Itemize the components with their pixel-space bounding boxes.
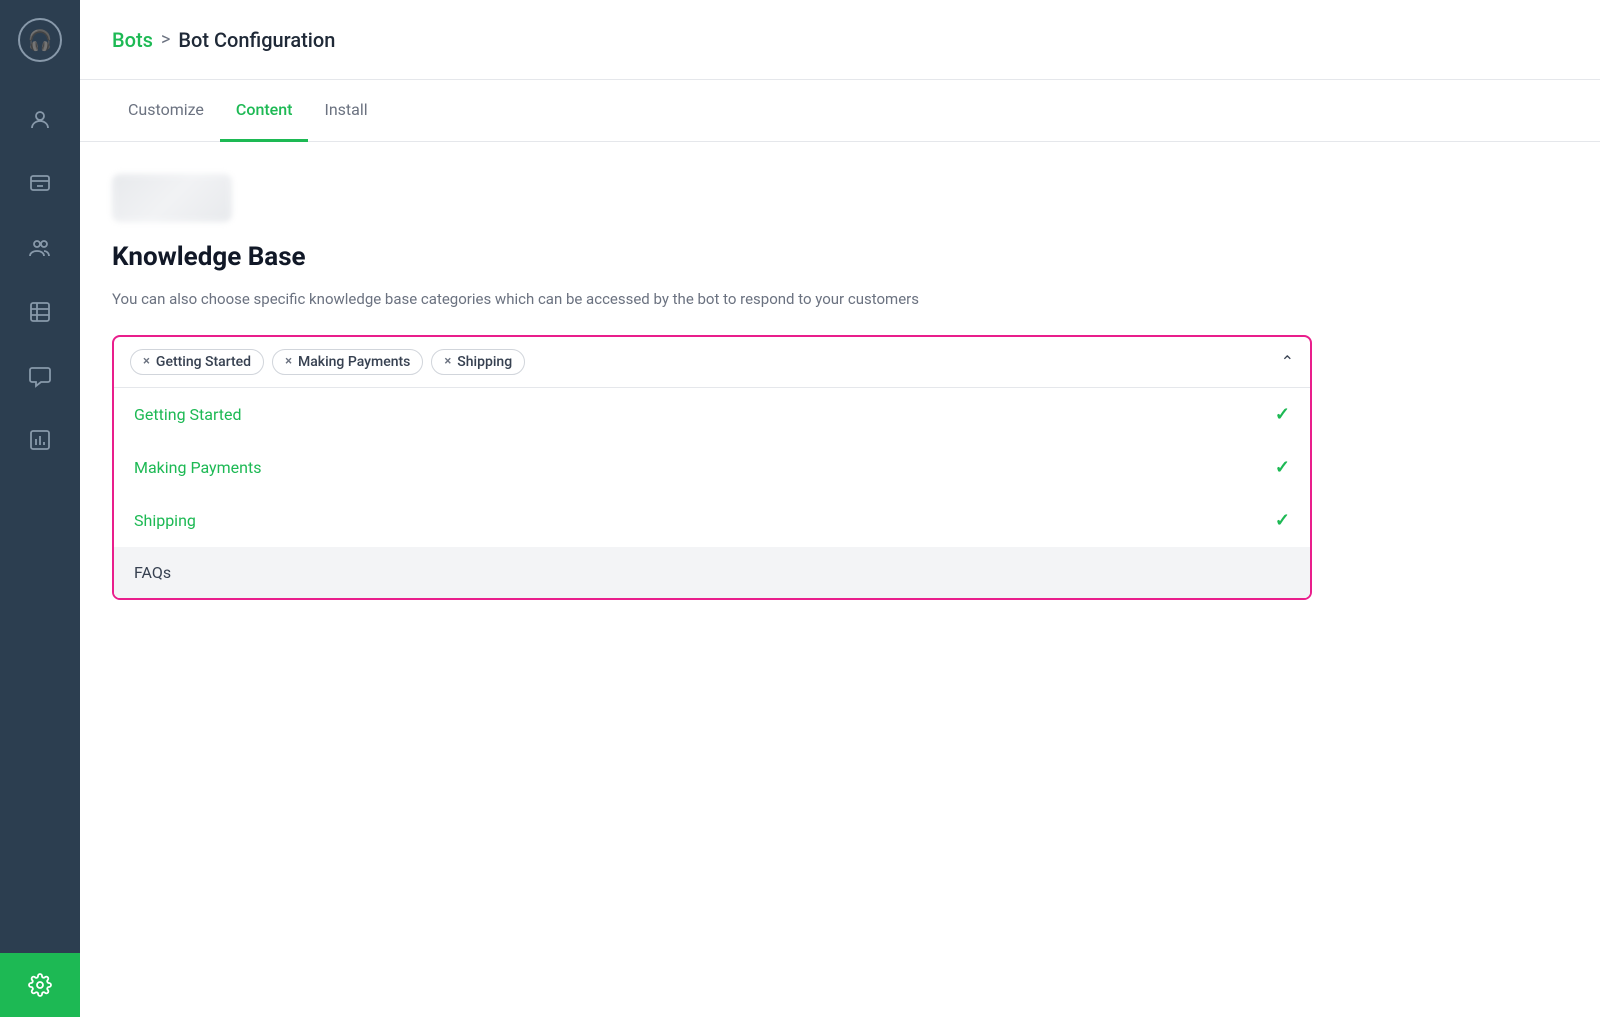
breadcrumb-bots-link[interactable]: Bots <box>112 28 153 52</box>
dropdown-box: × Getting Started × Making Payments × Sh… <box>112 335 1312 600</box>
sidebar: 🎧 <box>0 0 80 1017</box>
kb-title: Knowledge Base <box>112 242 1568 272</box>
option-making-payments-check: ✓ <box>1275 457 1290 478</box>
kb-header-image <box>112 174 232 222</box>
option-getting-started-check: ✓ <box>1275 404 1290 425</box>
sidebar-logo: 🎧 <box>0 0 80 80</box>
tab-customize[interactable]: Customize <box>112 80 220 142</box>
breadcrumb-current: Bot Configuration <box>178 28 335 52</box>
option-faqs[interactable]: FAQs <box>114 547 1310 598</box>
option-getting-started-label: Getting Started <box>134 405 242 424</box>
option-getting-started[interactable]: Getting Started ✓ <box>114 388 1310 441</box>
tag-getting-started-label: Getting Started <box>156 354 251 370</box>
content-area: Customize Content Install Knowledge Base… <box>80 80 1600 1017</box>
page-body: Knowledge Base You can also choose speci… <box>80 142 1600 632</box>
chevron-up-icon[interactable]: ⌃ <box>1281 352 1294 371</box>
tag-getting-started[interactable]: × Getting Started <box>130 349 264 375</box>
option-shipping-check: ✓ <box>1275 510 1290 531</box>
option-shipping-label: Shipping <box>134 511 196 530</box>
main: Bots > Bot Configuration Customize Conte… <box>80 0 1600 1017</box>
sidebar-item-inbox[interactable] <box>0 152 80 216</box>
sidebar-item-reports[interactable] <box>0 408 80 472</box>
breadcrumb: Bots > Bot Configuration <box>112 28 335 52</box>
logo-icon: 🎧 <box>18 18 62 62</box>
tags-row: × Getting Started × Making Payments × Sh… <box>114 337 1310 388</box>
sidebar-item-team[interactable] <box>0 216 80 280</box>
tag-making-payments[interactable]: × Making Payments <box>272 349 423 375</box>
sidebar-item-settings[interactable] <box>0 953 80 1017</box>
option-shipping[interactable]: Shipping ✓ <box>114 494 1310 547</box>
tab-content[interactable]: Content <box>220 80 309 142</box>
option-making-payments-label: Making Payments <box>134 458 261 477</box>
dropdown-options: Getting Started ✓ Making Payments ✓ Ship… <box>114 388 1310 598</box>
kb-description: You can also choose specific knowledge b… <box>112 288 1012 311</box>
option-faqs-label: FAQs <box>134 563 171 582</box>
tabs: Customize Content Install <box>80 80 1600 142</box>
sidebar-item-knowledge[interactable] <box>0 280 80 344</box>
tag-making-payments-label: Making Payments <box>298 354 410 370</box>
breadcrumb-separator: > <box>161 29 170 50</box>
tab-install[interactable]: Install <box>308 80 383 142</box>
sidebar-item-contacts[interactable] <box>0 88 80 152</box>
tag-shipping-label: Shipping <box>457 354 512 370</box>
tag-shipping-remove[interactable]: × <box>444 354 451 369</box>
tag-shipping[interactable]: × Shipping <box>431 349 525 375</box>
option-making-payments[interactable]: Making Payments ✓ <box>114 441 1310 494</box>
tag-making-payments-remove[interactable]: × <box>285 354 292 369</box>
tag-getting-started-remove[interactable]: × <box>143 354 150 369</box>
header: Bots > Bot Configuration <box>80 0 1600 80</box>
sidebar-nav <box>0 80 80 953</box>
sidebar-item-conversations[interactable] <box>0 344 80 408</box>
